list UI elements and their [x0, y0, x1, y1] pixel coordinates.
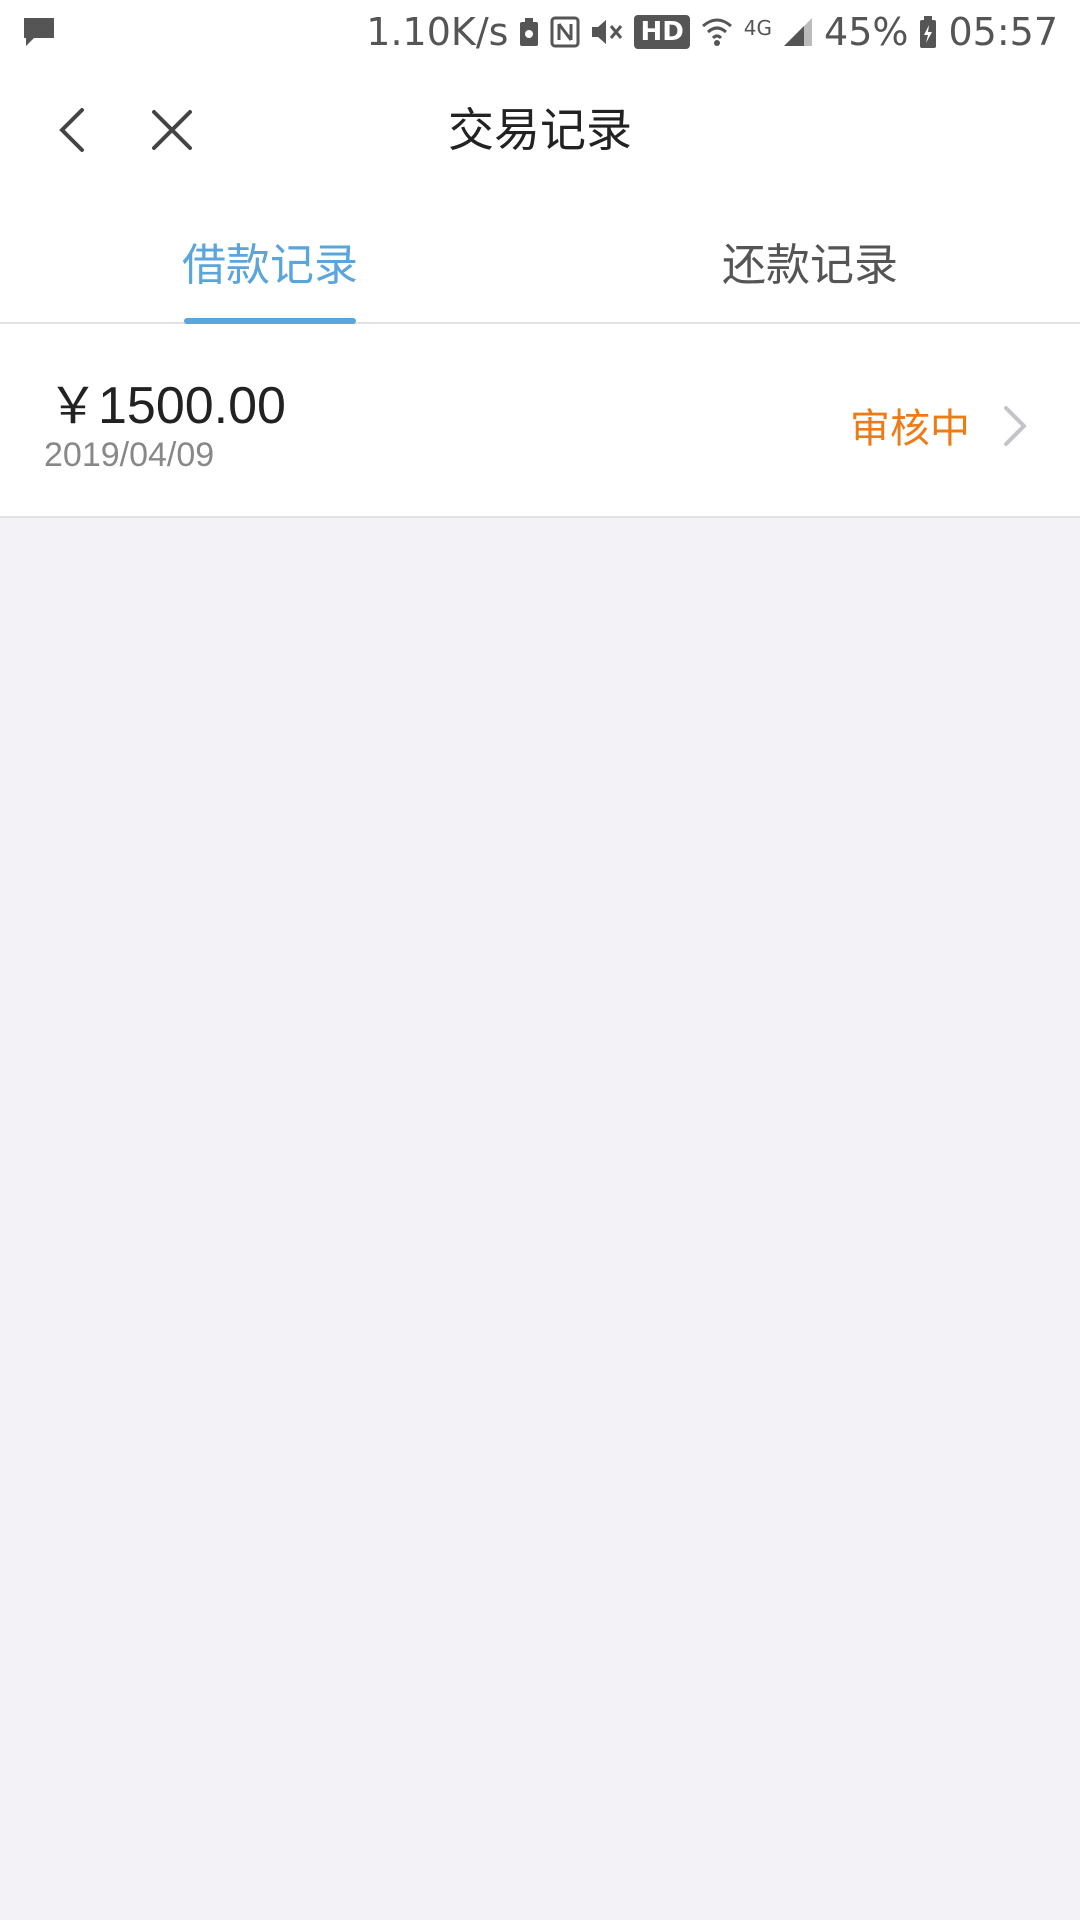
battery-percent: 45%	[824, 10, 909, 54]
battery-saver-icon	[518, 16, 540, 48]
records-list: ￥1500.00 2019/04/09 审核中	[0, 324, 1080, 518]
tab-borrow-records[interactable]: 借款记录	[0, 200, 540, 324]
status-badge: 审核中	[850, 406, 970, 452]
network-type: 4G	[743, 16, 773, 40]
currency-symbol: ￥	[48, 378, 98, 434]
chevron-right-icon	[996, 402, 1036, 450]
wifi-icon	[700, 16, 734, 48]
status-bar: 1.10K/s HD 4G 45% 05:57	[0, 0, 1080, 64]
nfc-icon	[550, 16, 580, 48]
battery-icon	[918, 15, 938, 49]
message-icon	[22, 16, 56, 48]
clock: 05:57	[948, 10, 1058, 54]
record-date: 2019/04/09	[44, 436, 215, 474]
amount-value: 1500.00	[98, 377, 286, 435]
list-item[interactable]: ￥1500.00 2019/04/09 审核中	[0, 324, 1080, 516]
record-tabs: 借款记录 还款记录	[0, 200, 1080, 324]
mute-icon	[590, 16, 624, 48]
nav-bar: 交易记录	[0, 64, 1080, 200]
tab-repay-records[interactable]: 还款记录	[540, 200, 1080, 322]
tab-label: 还款记录	[722, 240, 898, 291]
record-amount: ￥1500.00	[48, 366, 286, 438]
tab-label: 借款记录	[182, 240, 358, 291]
hd-badge: HD	[634, 15, 690, 49]
page-title: 交易记录	[448, 103, 632, 157]
network-speed: 1.10K/s	[366, 10, 509, 54]
signal-icon	[782, 16, 814, 48]
